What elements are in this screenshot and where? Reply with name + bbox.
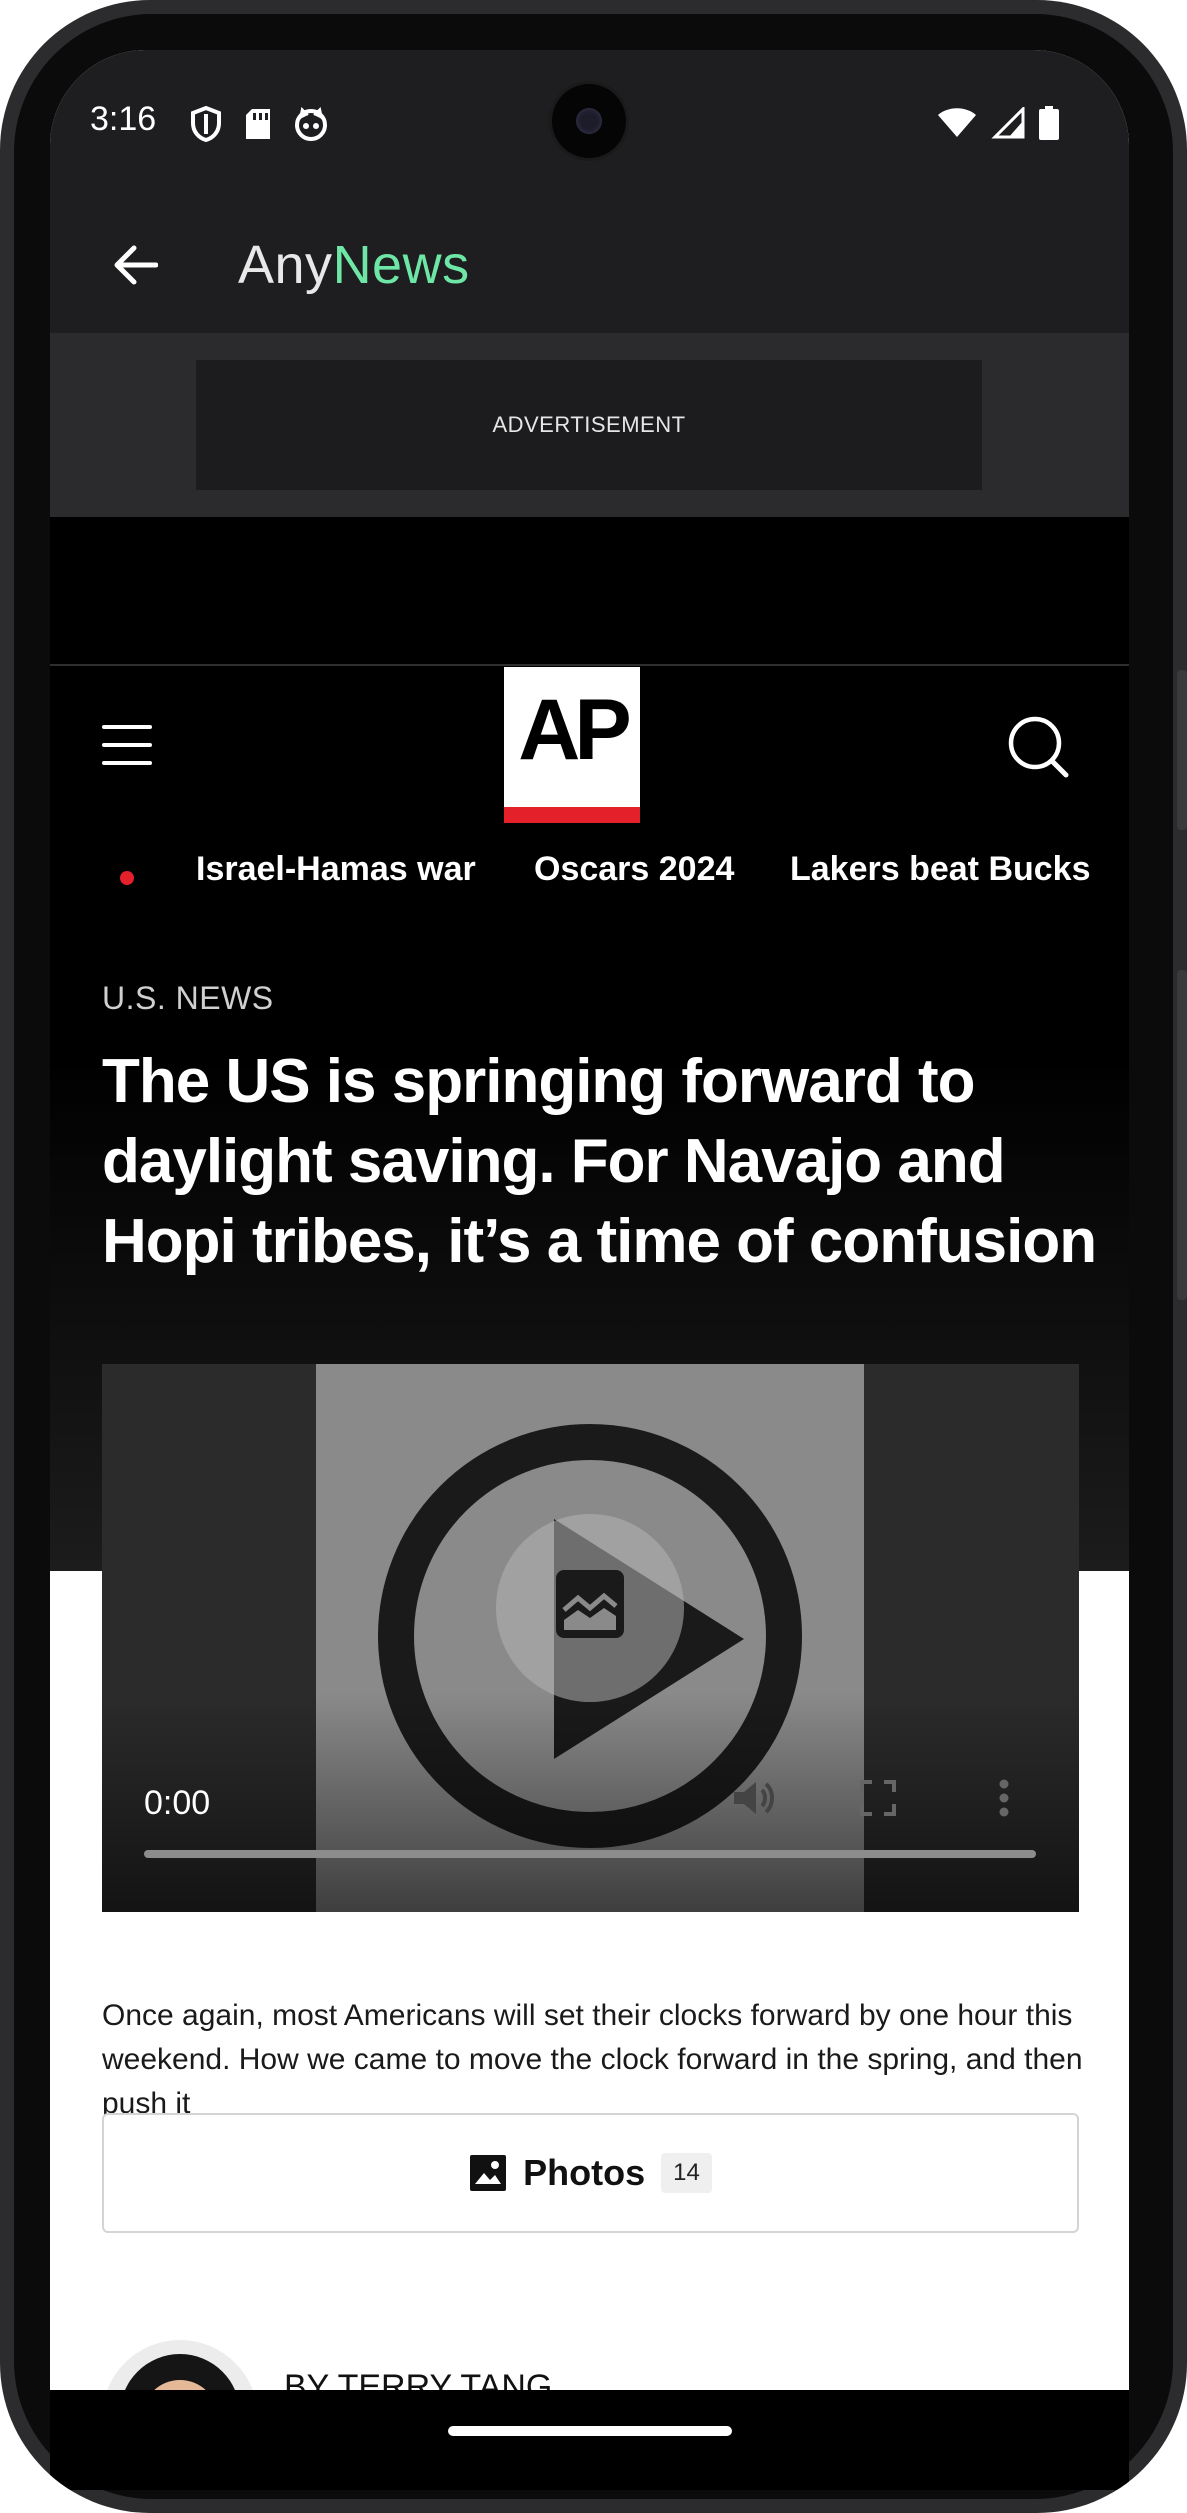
search-icon bbox=[1008, 716, 1069, 778]
photos-label: Photos bbox=[523, 2152, 646, 2193]
power-button bbox=[1177, 670, 1187, 830]
mute-button[interactable] bbox=[724, 1768, 784, 1828]
author-link[interactable]: TERRY TANG bbox=[338, 2368, 553, 2390]
menu-line bbox=[102, 743, 152, 747]
fullscreen-icon bbox=[860, 1780, 896, 1816]
status-time: 3:16 bbox=[90, 100, 157, 138]
topic-row: Israel-Hamas war Oscars 2024 Lakers beat… bbox=[50, 850, 1129, 910]
volume-button bbox=[1177, 970, 1187, 1300]
topic-link[interactable]: Oscars 2024 bbox=[534, 850, 734, 889]
volume-icon bbox=[734, 1782, 774, 1814]
ap-logo-stripe bbox=[504, 807, 640, 823]
ad-band: ADVERTISEMENT bbox=[50, 333, 1129, 517]
app-title: AnyNews bbox=[238, 234, 470, 296]
header-divider bbox=[50, 664, 1129, 666]
phone-frame: 3:16 AnyNews ADVERTISEMENT AP Israel-Ham… bbox=[0, 0, 1187, 2513]
image-icon bbox=[470, 2155, 507, 2191]
front-camera bbox=[552, 84, 626, 158]
app-title-any: Any bbox=[238, 235, 333, 295]
live-dot bbox=[120, 871, 134, 885]
ap-logo-text: AP bbox=[518, 682, 631, 778]
home-indicator[interactable] bbox=[448, 2426, 732, 2436]
gesture-nav-bar bbox=[50, 2390, 1129, 2490]
byline-prefix: BY bbox=[284, 2368, 338, 2390]
article-headline: The US is springing forward to daylight … bbox=[102, 1047, 1097, 1276]
menu-line bbox=[102, 761, 152, 765]
video-more-button[interactable] bbox=[974, 1768, 1034, 1828]
ap-logo[interactable]: AP bbox=[504, 667, 640, 823]
screen: 3:16 AnyNews ADVERTISEMENT AP Israel-Ham… bbox=[50, 50, 1129, 2390]
fullscreen-button[interactable] bbox=[848, 1768, 908, 1828]
section-label[interactable]: U.S. NEWS bbox=[102, 980, 274, 1017]
status-icons-left bbox=[190, 106, 328, 142]
topic-link[interactable]: Israel-Hamas war bbox=[196, 850, 476, 889]
status-icons-right bbox=[937, 106, 1059, 140]
search-button[interactable] bbox=[1004, 713, 1074, 783]
photos-button[interactable]: Photos 14 bbox=[102, 2113, 1079, 2233]
broken-image-icon bbox=[556, 1570, 624, 1638]
menu-button[interactable] bbox=[102, 725, 152, 765]
topic-link[interactable]: Lakers beat Bucks bbox=[790, 850, 1091, 889]
more-vertical-icon bbox=[999, 1779, 1009, 1817]
video-player[interactable]: 0:00 bbox=[102, 1364, 1079, 1912]
cat-face-icon bbox=[295, 107, 327, 141]
back-button[interactable] bbox=[100, 230, 170, 300]
status-bar: 3:16 bbox=[50, 50, 1129, 200]
video-progress-bar[interactable] bbox=[144, 1850, 1036, 1858]
shield-icon bbox=[191, 106, 221, 142]
photos-count-badge: 14 bbox=[661, 2153, 712, 2193]
video-time: 0:00 bbox=[144, 1784, 211, 1822]
advertisement-box[interactable]: ADVERTISEMENT bbox=[196, 360, 982, 490]
advertisement-label: ADVERTISEMENT bbox=[492, 412, 686, 437]
signal-icon bbox=[991, 107, 1025, 139]
menu-line bbox=[102, 725, 152, 729]
battery-icon bbox=[1039, 106, 1059, 140]
wifi-icon bbox=[938, 108, 976, 137]
byline: BY TERRY TANG bbox=[284, 2368, 552, 2390]
back-arrow-icon bbox=[114, 245, 158, 285]
article-summary: Once again, most Americans will set thei… bbox=[102, 1999, 1083, 2120]
app-title-news: News bbox=[332, 235, 470, 295]
sd-card-icon bbox=[246, 109, 270, 139]
app-bar: AnyNews bbox=[50, 200, 1129, 333]
